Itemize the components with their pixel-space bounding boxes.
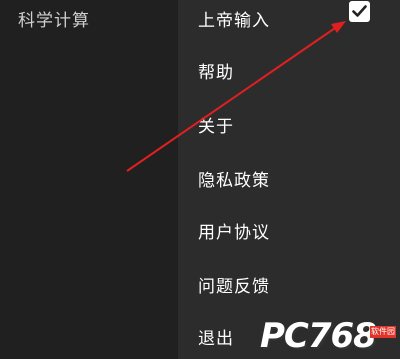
menu-item-label: 上帝输入 <box>198 10 270 31</box>
menu-item-label: 隐私政策 <box>198 170 270 191</box>
god-input-checkbox[interactable] <box>349 1 370 22</box>
menu-item-label: 关于 <box>198 116 234 137</box>
watermark-text: PC768 <box>260 316 377 356</box>
menu-item-label: 问题反馈 <box>198 276 270 297</box>
checkmark-icon <box>352 5 367 17</box>
menu-item-feedback[interactable]: 问题反馈 <box>178 262 400 306</box>
menu-item-label: 帮助 <box>198 62 234 83</box>
menu-item-god-input[interactable]: 上帝输入 <box>178 0 400 40</box>
watermark-logo: PC768 软件园 <box>252 316 400 359</box>
background-panel: 科学计算 <box>0 0 178 359</box>
calculator-mode-title: 科学计算 <box>18 11 90 31</box>
menu-item-privacy-policy[interactable]: 隐私政策 <box>178 156 400 200</box>
watermark-badge: 软件园 <box>370 326 396 338</box>
menu-item-about[interactable]: 关于 <box>178 102 400 146</box>
overflow-menu: 上帝输入 帮助 关于 隐私政策 用户协议 问题反馈 退出 <box>178 0 400 359</box>
menu-item-user-agreement[interactable]: 用户协议 <box>178 208 400 252</box>
menu-item-label: 用户协议 <box>198 222 270 243</box>
menu-item-label: 退出 <box>198 328 234 349</box>
menu-item-help[interactable]: 帮助 <box>178 48 400 92</box>
